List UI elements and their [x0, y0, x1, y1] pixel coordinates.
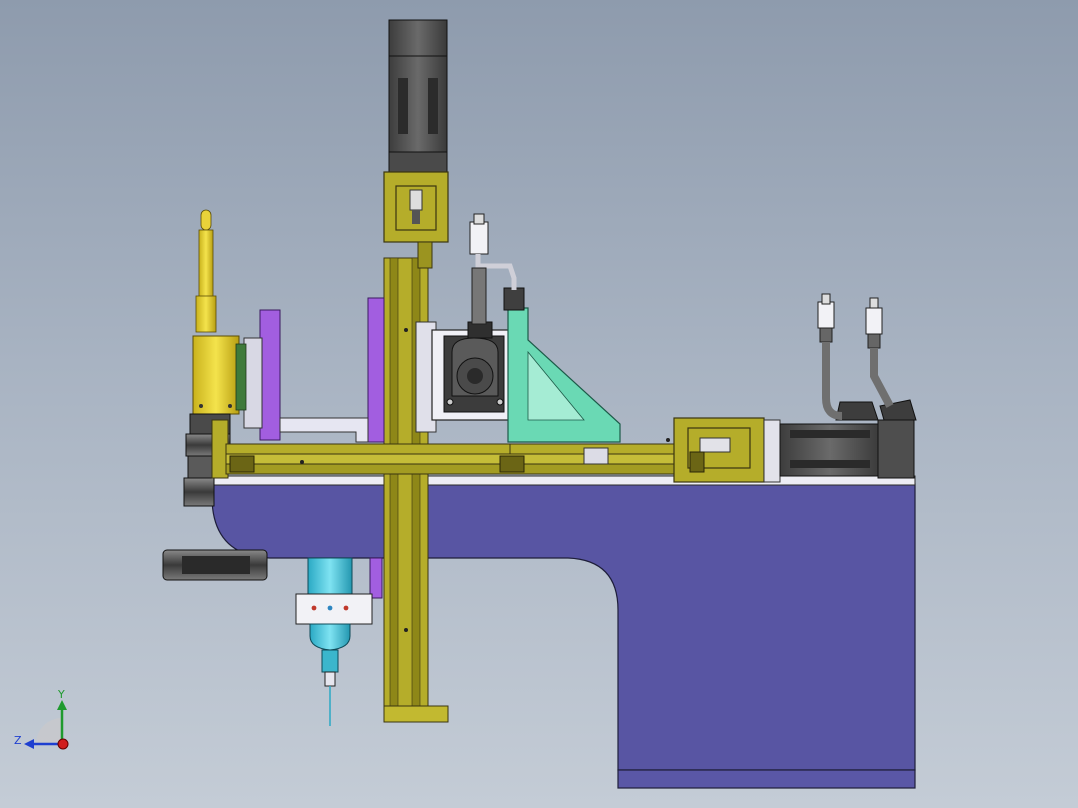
ring-light — [162, 549, 268, 581]
cad-viewport[interactable]: Y Z — [0, 0, 1078, 808]
coupling-housing — [383, 171, 449, 269]
coordinate-triad: Y Z — [14, 688, 69, 750]
dispensing-syringe — [295, 557, 373, 726]
z-servo-motor — [388, 19, 448, 173]
assembly-drawing: Y Z — [14, 19, 917, 789]
x-coupling-housing — [673, 417, 781, 483]
z-axis-label: Z — [14, 734, 22, 747]
center-motor-assembly — [415, 321, 513, 433]
teal-bracket — [503, 287, 621, 443]
motor-cables — [817, 293, 894, 420]
origin-x-icon — [57, 738, 69, 750]
y-axis-label: Y — [57, 688, 65, 701]
x-servo-motor — [779, 399, 917, 479]
